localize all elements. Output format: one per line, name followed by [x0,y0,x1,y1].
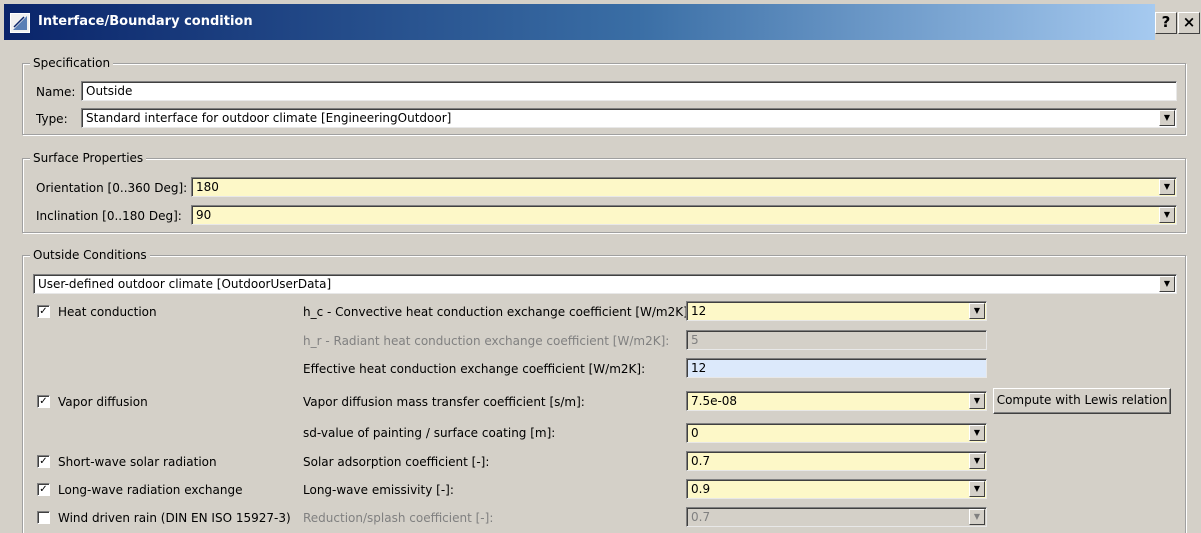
type-select-value: Standard interface for outdoor climate [… [86,111,452,125]
effective-input: 12 [686,358,987,378]
chevron-down-icon[interactable]: ▼ [1159,179,1175,195]
rain-coef-value: 0.7 [691,510,711,524]
shortwave-label: Short-wave solar radiation [58,455,217,469]
solar-coef-select[interactable]: 0.7 ▼ [686,451,987,471]
help-button[interactable]: ? [1155,12,1177,34]
rain-checkbox[interactable] [37,511,50,524]
surface-properties-group-title: Surface Properties [30,151,147,165]
emissivity-value: 0.9 [691,482,711,496]
climate-value: User-defined outdoor climate [OutdoorUse… [38,277,332,291]
sd-value-value: 0 [691,426,699,440]
effective-label: Effective heat conduction exchange coeff… [303,362,646,376]
rain-coef-label: Reduction/splash coefficient [-]: [303,511,494,525]
sd-value-select[interactable]: 0 ▼ [686,423,987,443]
vapor-coef-value: 7.5e-08 [691,394,738,408]
inclination-label: Inclination [0..180 Deg]: [36,209,182,223]
chevron-down-icon[interactable]: ▼ [969,481,985,497]
solar-coef-label: Solar adsorption coefficient [-]: [303,455,490,469]
longwave-checkbox[interactable]: ✓ [37,483,50,496]
sd-value-label: sd-value of painting / surface coating [… [303,426,556,440]
inclination-select[interactable]: 90 ▼ [191,205,1177,225]
climate-select[interactable]: User-defined outdoor climate [OutdoorUse… [33,274,1177,294]
window-title: Interface/Boundary condition [38,14,253,29]
close-button[interactable]: × [1178,12,1200,34]
orientation-label: Orientation [0..360 Deg]: [36,181,188,195]
outside-conditions-group-title: Outside Conditions [30,248,150,262]
app-icon [10,13,30,33]
inclination-value: 90 [196,208,212,222]
name-input[interactable]: Outside [81,81,1177,101]
type-label: Type: [36,112,68,126]
chevron-down-icon: ▼ [969,509,985,525]
chevron-down-icon[interactable]: ▼ [969,303,985,319]
vapor-coef-select[interactable]: 7.5e-08 ▼ [686,391,987,411]
type-select[interactable]: Standard interface for outdoor climate [… [81,108,1177,128]
hr-label: h_r - Radiant heat conduction exchange c… [303,334,670,348]
name-label: Name: [36,85,76,99]
chevron-down-icon[interactable]: ▼ [969,425,985,441]
checkmark-icon: ✓ [39,306,48,317]
hc-select[interactable]: 12 ▼ [686,301,987,321]
specification-group-title: Specification [30,56,114,70]
chevron-down-icon[interactable]: ▼ [1159,207,1175,223]
checkmark-icon: ✓ [39,456,48,467]
orientation-select[interactable]: 180 ▼ [191,177,1177,197]
chevron-down-icon[interactable]: ▼ [969,453,985,469]
checkmark-icon: ✓ [39,484,48,495]
chevron-down-icon[interactable]: ▼ [1159,276,1175,292]
solar-coef-value: 0.7 [691,454,711,468]
chevron-down-icon[interactable]: ▼ [1159,110,1175,126]
longwave-label: Long-wave radiation exchange [58,483,243,497]
emissivity-label: Long-wave emissivity [-]: [303,483,454,497]
compute-lewis-button[interactable]: Compute with Lewis relation [993,388,1171,414]
emissivity-select[interactable]: 0.9 ▼ [686,479,987,499]
heat-conduction-checkbox[interactable]: ✓ [37,305,50,318]
shortwave-checkbox[interactable]: ✓ [37,455,50,468]
rain-coef-select: 0.7 ▼ [686,507,987,527]
orientation-value: 180 [196,180,219,194]
vapor-diffusion-checkbox[interactable]: ✓ [37,395,50,408]
hr-input: 5 [686,330,987,350]
title-bar: Interface/Boundary condition ? × [0,0,1201,40]
chevron-down-icon[interactable]: ▼ [969,393,985,409]
vapor-coef-label: Vapor diffusion mass transfer coefficien… [303,395,585,409]
hc-label: h_c - Convective heat conduction exchang… [303,305,692,319]
hc-value: 12 [691,304,707,318]
rain-label: Wind driven rain (DIN EN ISO 15927-3) [58,511,291,525]
heat-conduction-label: Heat conduction [58,305,157,319]
checkmark-icon: ✓ [39,396,48,407]
vapor-diffusion-label: Vapor diffusion [58,395,148,409]
